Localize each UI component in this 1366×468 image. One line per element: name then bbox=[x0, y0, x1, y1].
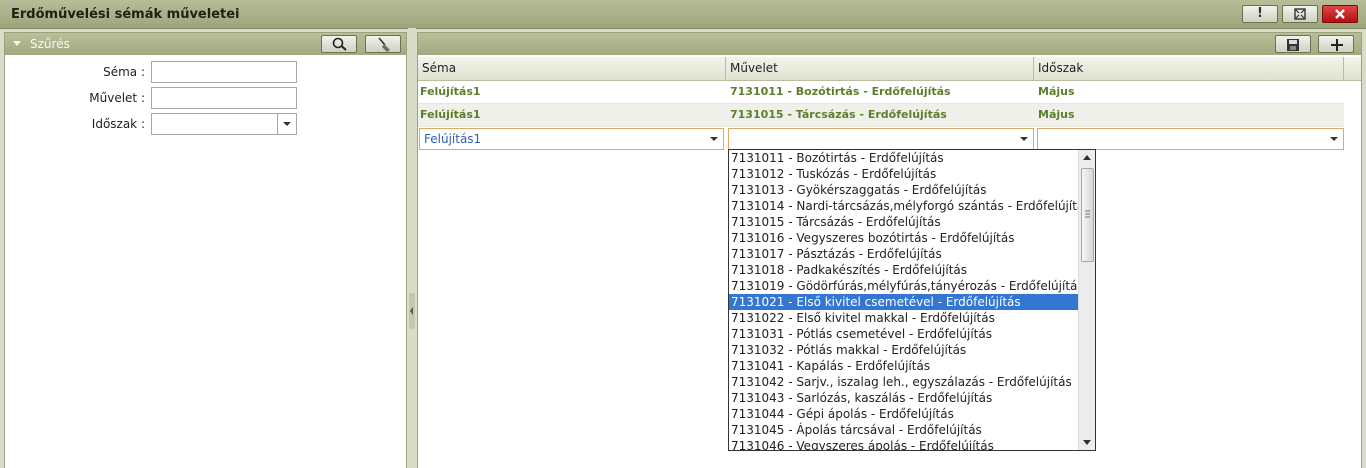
dropdown-option[interactable]: 7131032 - Pótlás makkal - Erdőfelújítás bbox=[729, 342, 1078, 358]
close-icon bbox=[1335, 9, 1345, 19]
chevron-down-icon[interactable] bbox=[1325, 129, 1343, 149]
filter-panel: Szűrés Séma : Művelet : Időszak : bbox=[4, 32, 407, 468]
column-header-muvelet[interactable]: Művelet bbox=[726, 57, 1034, 80]
muvelet-input[interactable] bbox=[151, 87, 297, 109]
row-muvelet: 7131015 - Tárcsázás - Erdőfelújítás bbox=[730, 108, 947, 121]
filter-clear-button[interactable] bbox=[365, 35, 401, 53]
dropdown-items: 7131011 - Bozótirtás - Erdőfelújítás 7131… bbox=[729, 150, 1095, 450]
dropdown-option[interactable]: 7131016 - Vegyszeres bozótirtás - Erdőfe… bbox=[729, 230, 1078, 246]
muvelet-dropdown-list[interactable]: 7131011 - Bozótirtás - Erdőfelújítás 7131… bbox=[728, 149, 1096, 451]
column-header-sema[interactable]: Séma bbox=[418, 57, 726, 80]
window-titlebar: Erdőművelési sémák műveletei ! bbox=[0, 0, 1366, 29]
dropdown-option[interactable]: 7131017 - Pásztázás - Erdőfelújítás bbox=[729, 246, 1078, 262]
idoszak-label: Időszak : bbox=[91, 117, 145, 131]
dropdown-option[interactable]: 7131046 - Vegyszeres ápolás - Erdőfelújí… bbox=[729, 438, 1078, 450]
dropdown-option[interactable]: 7131043 - Sarlózás, kaszálás - Erdőfelúj… bbox=[729, 390, 1078, 406]
filter-title: Szűrés bbox=[30, 37, 70, 51]
close-button[interactable] bbox=[1322, 5, 1358, 23]
row-idoszak: Május bbox=[1038, 108, 1075, 121]
chevron-down-icon[interactable] bbox=[705, 129, 723, 149]
dropdown-option[interactable]: 7131031 - Pótlás csemetével - Erdőfelújí… bbox=[729, 326, 1078, 342]
maximize-icon bbox=[1294, 8, 1306, 20]
dropdown-option[interactable]: 7131011 - Bozótirtás - Erdőfelújítás bbox=[729, 150, 1078, 166]
row-muvelet: 7131011 - Bozótirtás - Erdőfelújítás bbox=[730, 85, 951, 98]
dropdown-option[interactable]: 7131012 - Tuskózás - Erdőfelújítás bbox=[729, 166, 1078, 182]
row-sema: Felújítás1 bbox=[420, 108, 481, 121]
search-icon bbox=[332, 37, 347, 51]
dropdown-option[interactable]: 7131021 - Első kivitel csemetével - Erdő… bbox=[729, 294, 1078, 310]
dropdown-option[interactable]: 7131045 - Ápolás tárcsával - Erdőfelújít… bbox=[729, 422, 1078, 438]
sema-filter-row: Séma : bbox=[5, 61, 405, 83]
scroll-thumb[interactable] bbox=[1081, 168, 1094, 262]
sema-label: Séma : bbox=[103, 65, 145, 79]
dropdown-option[interactable]: 7131015 - Tárcsázás - Erdőfelújítás bbox=[729, 214, 1078, 230]
muvelet-label: Művelet : bbox=[89, 91, 145, 105]
sema-combo[interactable]: Felújítás1 bbox=[419, 128, 724, 150]
window-title: Erdőművelési sémák műveletei bbox=[11, 7, 240, 22]
panel-splitter[interactable] bbox=[408, 28, 416, 468]
dropdown-option[interactable]: 7131044 - Gépi ápolás - Erdőfelújítás bbox=[729, 406, 1078, 422]
chevron-down-icon[interactable] bbox=[1015, 129, 1033, 149]
collapse-caret-icon[interactable] bbox=[13, 41, 21, 46]
alert-button[interactable]: ! bbox=[1242, 5, 1278, 23]
muvelet-combo[interactable] bbox=[728, 128, 1034, 150]
exclamation-icon: ! bbox=[1257, 6, 1263, 21]
idoszak-filter-row: Időszak : bbox=[5, 113, 405, 135]
dropdown-option[interactable]: 7131014 - Nardi-tárcsázás,mélyforgó szán… bbox=[729, 198, 1091, 214]
splitter-grip[interactable] bbox=[409, 293, 415, 329]
filter-search-button[interactable] bbox=[321, 35, 357, 53]
row-idoszak: Május bbox=[1038, 85, 1075, 98]
edit-row: Felújítás1 bbox=[418, 127, 1344, 151]
dropdown-option[interactable]: 7131013 - Gyökérszaggatás - Erdőfelújítá… bbox=[729, 182, 1078, 198]
table-row[interactable]: Felújítás1 7131011 - Bozótirtás - Erdőfe… bbox=[418, 81, 1344, 104]
dropdown-scrollbar[interactable] bbox=[1078, 150, 1095, 450]
filter-panel-header[interactable]: Szűrés bbox=[5, 33, 406, 55]
dropdown-option[interactable]: 7131022 - Első kivitel makkal - Erdőfelú… bbox=[729, 310, 1078, 326]
sema-input[interactable] bbox=[151, 61, 297, 83]
sema-combo-value: Felújítás1 bbox=[424, 132, 482, 146]
idoszak-select[interactable] bbox=[151, 113, 297, 135]
add-icon bbox=[1331, 39, 1343, 51]
dropdown-option[interactable]: 7131042 - Sarjv., iszalag leh., egyszála… bbox=[729, 374, 1078, 390]
row-sema: Felújítás1 bbox=[420, 85, 481, 98]
save-button[interactable] bbox=[1275, 35, 1311, 53]
table-row[interactable]: Felújítás1 7131015 - Tárcsázás - Erdőfel… bbox=[418, 104, 1344, 127]
maximize-button[interactable] bbox=[1282, 5, 1318, 23]
muvelet-filter-row: Művelet : bbox=[5, 87, 405, 109]
scroll-up-icon[interactable] bbox=[1079, 150, 1095, 166]
dropdown-option[interactable]: 7131041 - Kapálás - Erdőfelújítás bbox=[729, 358, 1078, 374]
broom-icon bbox=[378, 37, 390, 52]
save-icon bbox=[1287, 39, 1299, 51]
grid-toolbar bbox=[418, 33, 1361, 55]
dropdown-option[interactable]: 7131019 - Gödörfúrás,mélyfúrás,tányérozá… bbox=[729, 278, 1084, 294]
chevron-down-icon[interactable] bbox=[277, 114, 296, 134]
dropdown-option[interactable]: 7131018 - Padkakészítés - Erdőfelújítás bbox=[729, 262, 1078, 278]
scroll-down-icon[interactable] bbox=[1079, 434, 1095, 450]
add-button[interactable] bbox=[1318, 35, 1354, 53]
column-header-idoszak[interactable]: Időszak bbox=[1034, 57, 1344, 80]
grid-header: Séma Művelet Időszak bbox=[418, 57, 1361, 81]
idoszak-combo[interactable] bbox=[1037, 128, 1344, 150]
